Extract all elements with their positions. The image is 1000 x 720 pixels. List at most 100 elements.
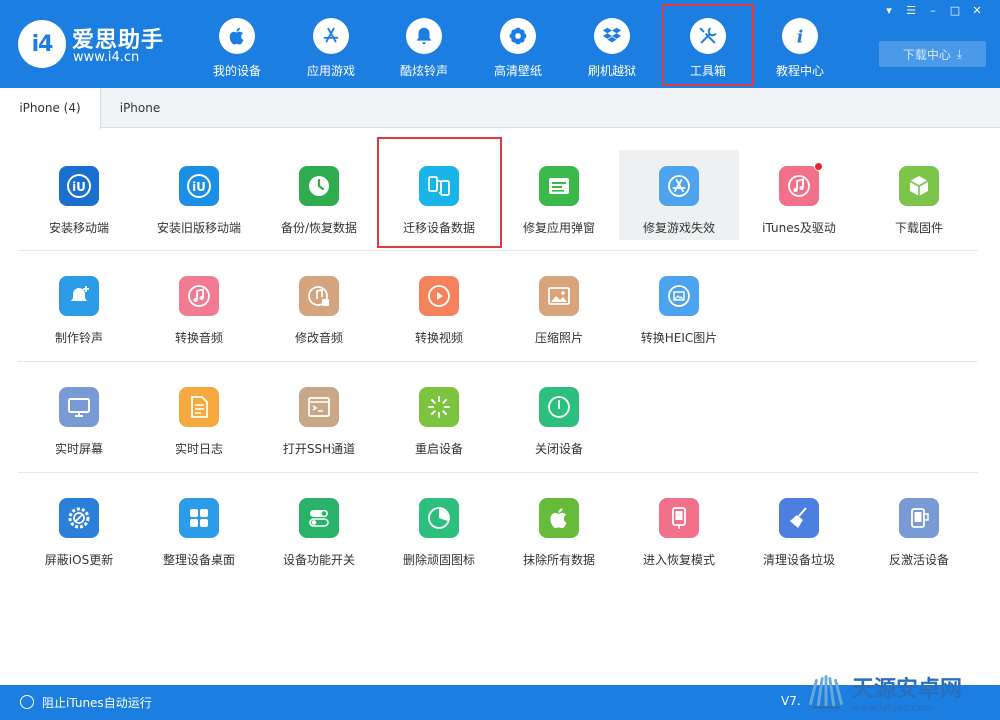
highlight-box [377, 137, 502, 248]
row-divider [18, 472, 978, 473]
nav-label: 刷机越狱 [587, 64, 636, 78]
gear-block-icon [59, 498, 99, 538]
nav-apps-games[interactable]: 应用游戏 [285, 6, 377, 86]
terminal-icon [299, 387, 339, 427]
nav-ringtones[interactable]: 酷炫铃声 [378, 6, 470, 86]
tool-live-screen[interactable]: 实时屏幕 [19, 373, 139, 463]
maximize-icon[interactable]: □ [946, 4, 964, 18]
nav-toolbox[interactable]: 工具箱 [662, 4, 754, 86]
i4-icon: iU [179, 166, 219, 206]
backup-clock-icon [299, 166, 339, 206]
tool-erase-all[interactable]: 抹除所有数据 [499, 484, 619, 574]
tool-deactivate-device[interactable]: 反激活设备 [859, 484, 979, 574]
cube-icon [899, 166, 939, 206]
app-store-icon [659, 166, 699, 206]
tool-convert-video[interactable]: 转换视频 [379, 262, 499, 352]
itunes-block-label[interactable]: 阻止iTunes自动运行 [42, 694, 152, 711]
tool-fix-app-popup[interactable]: 修复应用弹窗 [499, 152, 619, 242]
tool-install-old-mobile[interactable]: iU 安装旧版移动端 [139, 152, 259, 242]
tool-label: 整理设备桌面 [162, 553, 235, 567]
tool-feature-toggles[interactable]: 设备功能开关 [259, 484, 379, 574]
power-icon [539, 387, 579, 427]
nav-flash-jailbreak[interactable]: 刷机越狱 [566, 6, 658, 86]
phone-recovery-icon [659, 498, 699, 538]
nav-my-device[interactable]: 我的设备 [191, 6, 283, 86]
tool-label: 压缩照片 [534, 331, 583, 345]
notification-badge [814, 162, 823, 171]
tab-iphone[interactable]: iPhone [101, 88, 179, 129]
tool-reboot-device[interactable]: 重启设备 [379, 373, 499, 463]
svg-text:i: i [797, 27, 803, 46]
skin-icon[interactable]: ▾ [880, 4, 898, 18]
close-icon[interactable]: ✕ [968, 4, 986, 18]
download-center-label: 下载中心 [902, 47, 951, 62]
box-icon [594, 18, 630, 54]
tool-label: 修复游戏失效 [642, 221, 715, 235]
tool-clean-junk[interactable]: 清理设备垃圾 [739, 484, 859, 574]
svg-text:iU: iU [192, 180, 206, 194]
tab-iphone-4[interactable]: iPhone (4) [0, 88, 101, 129]
download-center-button[interactable]: 下载中心 ⤓ [879, 41, 986, 67]
bell-icon [406, 18, 442, 54]
image-convert-icon [659, 276, 699, 316]
music-settings-icon [779, 162, 823, 206]
nav-tutorials[interactable]: i 教程中心 [754, 6, 846, 86]
tool-make-ringtone[interactable]: 制作铃声 [19, 262, 139, 352]
tool-download-firmware[interactable]: 下载固件 [859, 152, 979, 242]
deactivate-icon [899, 498, 939, 538]
itunes-block-toggle[interactable] [20, 695, 34, 709]
tool-compress-photo[interactable]: 压缩照片 [499, 262, 619, 352]
nav-label: 酷炫铃声 [399, 64, 448, 78]
app-store-icon [313, 18, 349, 54]
play-icon [419, 276, 459, 316]
tool-organize-desktop[interactable]: 整理设备桌面 [139, 484, 259, 574]
tool-label: 备份/恢复数据 [280, 221, 358, 235]
tools-icon [690, 18, 726, 54]
photo-icon [539, 276, 579, 316]
tool-live-log[interactable]: 实时日志 [139, 373, 259, 463]
tool-shutdown-device[interactable]: 关闭设备 [499, 373, 619, 463]
tool-open-ssh[interactable]: 打开SSH通道 [259, 373, 379, 463]
tool-itunes-driver[interactable]: iTunes及驱动 [739, 152, 859, 242]
menu-icon[interactable]: ☰ [902, 4, 920, 18]
tool-install-mobile[interactable]: iU 安装移动端 [19, 152, 139, 242]
nav-wallpapers[interactable]: 高清壁纸 [472, 6, 564, 86]
minimize-icon[interactable]: – [924, 4, 942, 18]
tool-remove-icons[interactable]: 删除顽固图标 [379, 484, 499, 574]
tool-recovery-mode[interactable]: 进入恢复模式 [619, 484, 739, 574]
document-icon [179, 387, 219, 427]
nav-label: 高清壁纸 [493, 64, 542, 78]
tool-label: 修改音频 [294, 331, 343, 345]
i4-icon: iU [59, 166, 99, 206]
tool-block-ios-update[interactable]: 屏蔽iOS更新 [19, 484, 139, 574]
tool-convert-audio[interactable]: 转换音频 [139, 262, 259, 352]
tool-convert-heic[interactable]: 转换HEIC图片 [619, 262, 739, 352]
pie-icon [419, 498, 459, 538]
tool-label: 实时屏幕 [54, 442, 103, 456]
nav-label: 我的设备 [212, 64, 261, 78]
music-edit-icon [299, 276, 339, 316]
music-note-icon [179, 276, 219, 316]
tool-edit-audio[interactable]: 修改音频 [259, 262, 379, 352]
loading-icon [419, 387, 459, 427]
logo-mark: i4 [31, 31, 54, 57]
tool-fix-game[interactable]: 修复游戏失效 [619, 150, 739, 240]
apple-id-icon [539, 166, 579, 206]
row-divider [18, 250, 978, 251]
tool-label: 清理设备垃圾 [762, 553, 835, 567]
toggle-icon [299, 498, 339, 538]
tool-label: 修复应用弹窗 [522, 221, 595, 235]
tool-label: 屏蔽iOS更新 [44, 553, 114, 567]
brand-url: www.i4.cn [73, 50, 140, 65]
tool-label: 转换视频 [414, 331, 463, 345]
tool-backup-restore[interactable]: 备份/恢复数据 [259, 152, 379, 242]
tool-label: 安装移动端 [48, 221, 109, 235]
download-icon: ⤓ [956, 46, 963, 61]
tool-label: 抹除所有数据 [522, 553, 595, 567]
app-logo: i4 [18, 20, 66, 68]
title-bar: i4 爱思助手 www.i4.cn 我的设备 应用游戏 酷炫铃声 高清壁纸 刷机… [0, 0, 1000, 88]
tool-label: 实时日志 [174, 442, 223, 456]
grid-icon [179, 498, 219, 538]
tool-label: 重启设备 [414, 442, 463, 456]
tool-label: 安装旧版移动端 [156, 221, 241, 235]
